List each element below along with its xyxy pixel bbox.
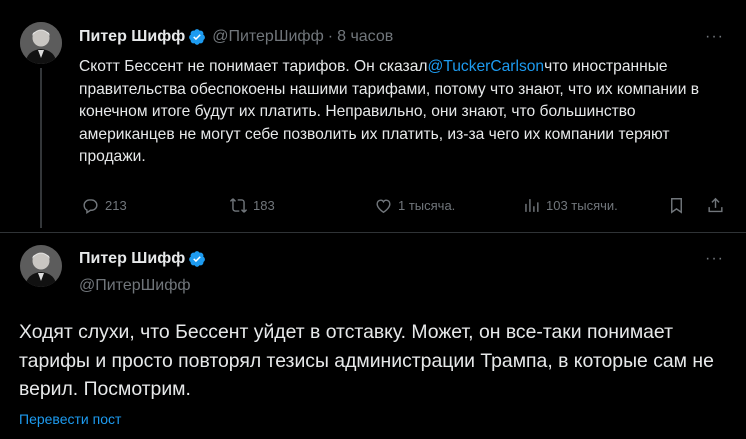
avatar[interactable]	[20, 22, 62, 64]
timestamp[interactable]: 8 часов	[337, 28, 393, 46]
action-bar: 213 183 1 тысяча. 103 тысячи.	[79, 196, 729, 220]
author-handle[interactable]: @ПитерШифф	[79, 277, 191, 295]
reply-button[interactable]: 213	[81, 196, 127, 215]
tweet-header: Питер Шифф	[79, 250, 206, 268]
like-icon	[376, 199, 391, 214]
views-icon	[525, 199, 539, 212]
share-icon	[708, 197, 723, 213]
mention-link[interactable]: @TuckerCarlson	[427, 58, 544, 75]
tweet-text-part: Скотт Бессент не понимает тарифов. Он ск…	[79, 58, 428, 75]
author-name[interactable]: Питер Шифф	[79, 28, 185, 46]
reply-count: 213	[105, 198, 127, 213]
tweet-text: Ходят слухи, что Бессент уйдет в отставк…	[19, 321, 714, 401]
repost-count: 183	[253, 198, 275, 213]
repost-button[interactable]: 183	[229, 196, 275, 215]
like-count: 1 тысяча.	[398, 198, 456, 213]
more-options-button[interactable]: ···	[705, 28, 724, 46]
author-name[interactable]: Питер Шифф	[79, 250, 185, 268]
like-button[interactable]: 1 тысяча.	[374, 196, 455, 215]
tweet-1[interactable]: Питер Шифф @ПитерШифф · 8 часов ··· Скот…	[0, 0, 746, 232]
separator-dot: ·	[327, 28, 334, 45]
tweet-header: Питер Шифф @ПитерШифф · 8 часов	[79, 28, 393, 46]
divider	[0, 232, 746, 233]
views-count: 103 тысячи.	[546, 198, 618, 213]
share-button[interactable]	[706, 196, 730, 215]
tweet-text: Скотт Бессент не понимает тарифов. Он ск…	[79, 56, 714, 169]
more-options-button[interactable]: ···	[705, 250, 724, 268]
bookmark-button[interactable]	[667, 196, 691, 215]
repost-icon	[229, 198, 248, 213]
thread-line	[40, 68, 42, 228]
reply-icon	[83, 199, 98, 214]
avatar[interactable]	[20, 245, 62, 287]
translate-post-link[interactable]: Перевести пост	[19, 411, 121, 427]
verified-badge-icon	[189, 251, 206, 267]
author-handle[interactable]: @ПитерШифф	[212, 28, 324, 46]
bookmark-icon	[671, 198, 682, 214]
views-button[interactable]: 103 тысячи.	[522, 196, 618, 215]
verified-badge-icon	[189, 29, 206, 45]
